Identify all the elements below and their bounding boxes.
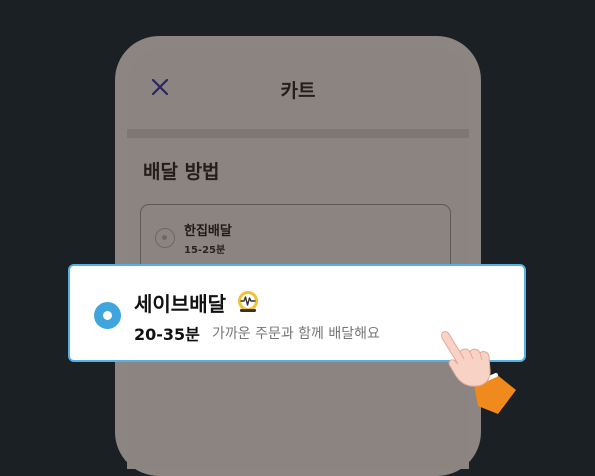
option-label: 세이브배달 <box>134 292 226 316</box>
option-time: 20-35분 <box>134 325 200 344</box>
radio-button-selected[interactable] <box>94 302 121 329</box>
header: 카트 <box>127 49 469 127</box>
delivery-method-title: 배달 방법 <box>143 161 220 183</box>
save-delivery-badge-icon <box>238 291 258 312</box>
cart-screen: 카트 배달 방법 한집배달 15-25분 <box>127 49 469 469</box>
radio-button[interactable] <box>155 228 175 248</box>
option-label: 한집배달 <box>184 224 232 239</box>
pointing-hand-icon <box>441 330 516 414</box>
option-time: 15-25분 <box>184 245 226 256</box>
option-description: 가까운 주문과 함께 배달해요 <box>212 326 380 342</box>
section-divider <box>127 129 469 138</box>
page-title: 카트 <box>280 80 316 102</box>
